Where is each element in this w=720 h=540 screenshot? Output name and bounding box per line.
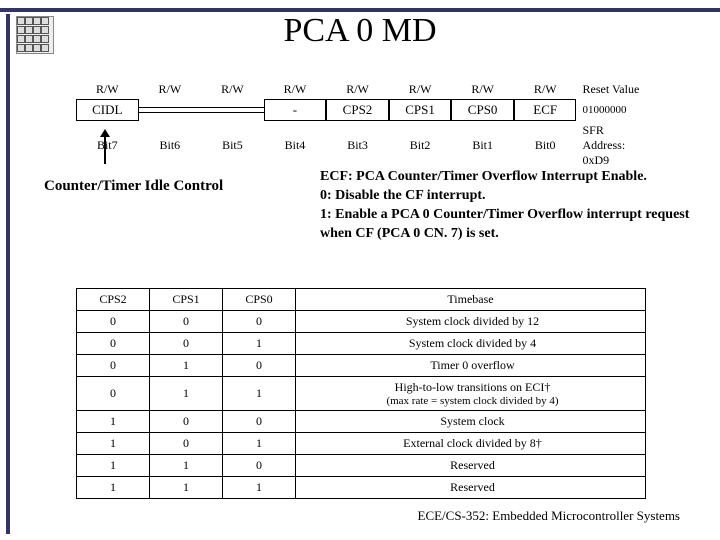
cps-cell: 0 [150,411,223,433]
cps-cell: 1 [77,433,150,455]
sfr-label: SFR Address: 0xD9 [577,121,647,170]
register-rw-row: R/W R/W R/W R/W R/W R/W R/W R/W Reset Va… [76,80,646,99]
cps-cell: 0 [150,311,223,333]
bit-label: Bit4 [264,136,327,155]
bit-label: Bit0 [514,136,577,155]
table-header-row: CPS2 CPS1 CPS0 Timebase [77,289,646,311]
table-row: 010Timer 0 overflow [77,355,646,377]
field-cps0: CPS0 [451,99,514,121]
table-row: 110Reserved [77,455,646,477]
slide-footer: ECE/CS-352: Embedded Microcontroller Sys… [418,508,681,524]
timebase-desc: System clock divided by 4 [296,333,646,355]
register-bit-row: Bit7 Bit6 Bit5 Bit4 Bit3 Bit2 Bit1 Bit0 … [76,121,646,170]
cps-cell: 0 [150,333,223,355]
cps-cell: 1 [77,411,150,433]
timebase-desc: Reserved [296,455,646,477]
idle-control-label: Counter/Timer Idle Control [44,178,304,195]
rw-cell: R/W [264,80,327,99]
cps-cell: 1 [223,333,296,355]
table-row: 000System clock divided by 12 [77,311,646,333]
timebase-desc: External clock divided by 8† [296,433,646,455]
cps-cell: 0 [150,433,223,455]
arrow-up-icon [104,136,106,164]
left-rule [6,14,10,534]
reset-value: 01000000 [576,102,646,118]
cps-cell: 1 [150,377,223,411]
field-cps2: CPS2 [326,99,389,121]
cps-cell: 1 [77,477,150,499]
reset-label: Reset Value [577,80,647,99]
ecf-line1: ECF: PCA Counter/Timer Overflow Interrup… [320,169,647,184]
cps-cell: 0 [77,377,150,411]
cps-cell: 0 [77,311,150,333]
cps-cell: 0 [223,355,296,377]
timebase-desc: High-to-low transitions on ECI†(max rate… [296,377,646,411]
cps-cell: 1 [223,477,296,499]
timebase-table: CPS2 CPS1 CPS0 Timebase 000System clock … [76,288,646,499]
rw-cell: R/W [451,80,514,99]
table-row: 100System clock [77,411,646,433]
sfr-label-text: SFR Address: [583,123,626,152]
rw-cell: R/W [326,80,389,99]
table-row: 101External clock divided by 8† [77,433,646,455]
field-empty [139,107,202,113]
slide: PCA 0 MD R/W R/W R/W R/W R/W R/W R/W R/W… [0,0,720,540]
cps-cell: 1 [150,355,223,377]
field-cps1: CPS1 [389,99,452,121]
timebase-desc-sub: (max rate = system clock divided by 4) [306,395,639,407]
table-row: 111Reserved [77,477,646,499]
cps-cell: 0 [77,355,150,377]
timebase-desc: Timer 0 overflow [296,355,646,377]
rw-cell: R/W [201,80,264,99]
rw-cell: R/W [76,80,139,99]
th-cps2: CPS2 [77,289,150,311]
bit-label: Bit7 [76,136,139,155]
cps-cell: 0 [223,311,296,333]
cps-cell: 1 [223,433,296,455]
cps-cell: 0 [223,455,296,477]
bit-label: Bit6 [139,136,202,155]
th-cps1: CPS1 [150,289,223,311]
table-row: 011High-to-low transitions on ECI†(max r… [77,377,646,411]
cps-cell: 0 [223,411,296,433]
field-ecf: ECF [514,99,577,121]
th-timebase: Timebase [296,289,646,311]
th-cps0: CPS0 [223,289,296,311]
timebase-desc: System clock divided by 12 [296,311,646,333]
timebase-desc: Reserved [296,477,646,499]
field-cidl: CIDL [76,99,139,121]
ecf-description: ECF: PCA Counter/Timer Overflow Interrup… [320,168,700,244]
ecf-line2: 0: Disable the CF interrupt. [320,188,486,203]
cps-cell: 1 [77,455,150,477]
page-title: PCA 0 MD [0,12,720,50]
cps-cell: 1 [150,455,223,477]
field-empty [201,107,264,113]
rw-cell: R/W [514,80,577,99]
cps-cell: 0 [77,333,150,355]
bit-label: Bit2 [389,136,452,155]
sfr-addr: 0xD9 [583,153,610,167]
bit-label: Bit1 [451,136,514,155]
timebase-desc: System clock [296,411,646,433]
register-diagram: R/W R/W R/W R/W R/W R/W R/W R/W Reset Va… [76,80,646,170]
cps-cell: 1 [223,377,296,411]
rw-cell: R/W [139,80,202,99]
bit-label: Bit5 [201,136,264,155]
cps-cell: 1 [150,477,223,499]
bit-label: Bit3 [326,136,389,155]
table-row: 001System clock divided by 4 [77,333,646,355]
timebase-table-wrap: CPS2 CPS1 CPS0 Timebase 000System clock … [76,288,646,499]
register-field-row: CIDL - CPS2 CPS1 CPS0 ECF 01000000 [76,99,646,121]
rw-cell: R/W [389,80,452,99]
ecf-line3: 1: Enable a PCA 0 Counter/Timer Overflow… [320,207,689,241]
field-dash: - [264,99,327,121]
